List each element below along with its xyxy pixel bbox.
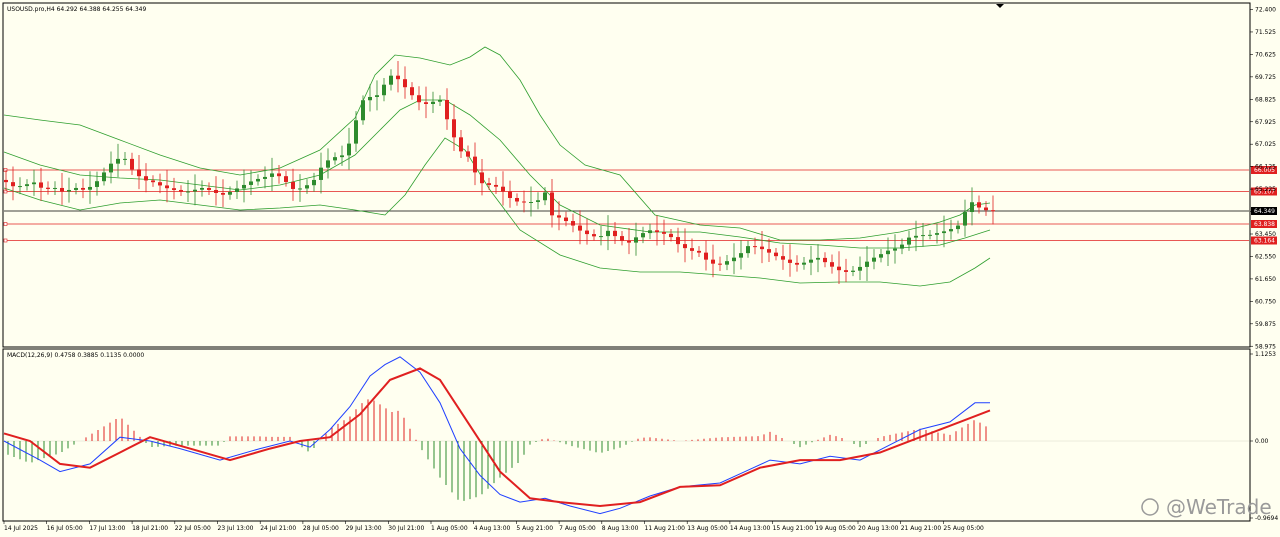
- time-tick-label: 28 Jul 05:00: [303, 525, 339, 532]
- macd-panel[interactable]: [2, 348, 1251, 522]
- time-tick-label: 1 Aug 05:00: [431, 525, 468, 532]
- macd-panel-header: MACD(12,26,9) 0.4758 0.3885 0.1135 0.000…: [7, 352, 144, 359]
- price-tick-label: 72.400: [1255, 7, 1276, 14]
- price-tick-label: 71.525: [1255, 29, 1276, 36]
- price-tick-label: 63.450: [1255, 231, 1276, 238]
- time-tick-label: 8 Aug 13:00: [602, 525, 639, 532]
- price-tick-label: 60.750: [1255, 298, 1276, 305]
- chart-window[interactable]: 66.005 65.107 63.838 63.164 USOUSD.pro,H4 6…: [0, 0, 1280, 537]
- time-tick-label: 29 Jul 13:00: [346, 525, 382, 532]
- price-panel[interactable]: [2, 2, 1251, 348]
- time-tick-label: 13 Aug 05:00: [687, 525, 728, 532]
- time-tick-label: 18 Jul 21:00: [132, 525, 168, 532]
- level-anchor[interactable]: [3, 189, 8, 194]
- price-tick-label: 66.125: [1255, 164, 1276, 171]
- level-anchor[interactable]: [3, 168, 8, 172]
- time-tick-label: 14 Jul 2025: [4, 525, 38, 532]
- level-price-label: 63.838: [1254, 221, 1275, 228]
- chart-canvas[interactable]: 66.00565.10763.83863.164 USOUSD.pro,H4 6…: [0, 0, 1280, 537]
- price-tick-label: 65.225: [1255, 186, 1276, 193]
- time-tick-label: 22 Jul 05:00: [175, 525, 211, 532]
- time-tick-label: 5 Aug 21:00: [516, 525, 553, 532]
- price-tick-label: 67.025: [1255, 141, 1276, 148]
- current-price-marker: 64.349: [1251, 207, 1277, 215]
- time-tick-label: 25 Aug 05:00: [943, 525, 984, 532]
- time-axis: 14 Jul 2025 16 Jul 05:00 17 Jul 13:00 18 Ju…: [3, 521, 984, 532]
- price-tick-label: 69.725: [1255, 74, 1276, 81]
- time-tick-label: 23 Jul 13:00: [218, 525, 254, 532]
- time-tick-label: 14 Aug 13:00: [730, 525, 771, 532]
- price-panel-header: USOUSD.pro,H4 64.292 64.388 64.255 64.34…: [7, 6, 146, 13]
- price-tick-label: 62.550: [1255, 253, 1276, 260]
- time-tick-label: 30 Jul 21:00: [388, 525, 424, 532]
- time-tick-label: 16 Jul 05:00: [47, 525, 83, 532]
- current-price-label: 64.349: [1254, 208, 1275, 215]
- time-tick-label: 15 Aug 21:00: [773, 525, 814, 532]
- macd-tick-label: 1.1253: [1255, 351, 1276, 358]
- level-anchor[interactable]: [3, 222, 8, 226]
- price-tick-label: 67.925: [1255, 119, 1276, 126]
- time-tick-label: 7 Aug 05:00: [559, 525, 596, 532]
- time-tick-label: 20 Aug 13:00: [858, 525, 899, 532]
- macd-tick-label: 0.00: [1255, 438, 1269, 445]
- price-tick-label: 70.625: [1255, 51, 1276, 58]
- watermark-text: @WeTrade: [1166, 495, 1272, 519]
- price-tick-label: 59.875: [1255, 321, 1276, 328]
- time-tick-label: 17 Jul 13:00: [89, 525, 125, 532]
- price-tick-label: 68.825: [1255, 96, 1276, 103]
- time-tick-label: 4 Aug 13:00: [474, 525, 511, 532]
- time-tick-label: 21 Aug 21:00: [901, 525, 942, 532]
- price-axis: 72.400 71.525 70.625 69.725 68.825 67.925 67.0…: [1250, 7, 1276, 350]
- level-anchor[interactable]: [3, 238, 8, 243]
- time-tick-label: 19 Aug 05:00: [815, 525, 856, 532]
- price-tick-label: 61.650: [1255, 276, 1276, 283]
- level-price-label: 63.164: [1254, 238, 1275, 245]
- time-tick-label: 11 Aug 21:00: [645, 525, 686, 532]
- time-tick-label: 24 Jul 21:00: [260, 525, 296, 532]
- price-tick-label: 58.975: [1255, 343, 1276, 350]
